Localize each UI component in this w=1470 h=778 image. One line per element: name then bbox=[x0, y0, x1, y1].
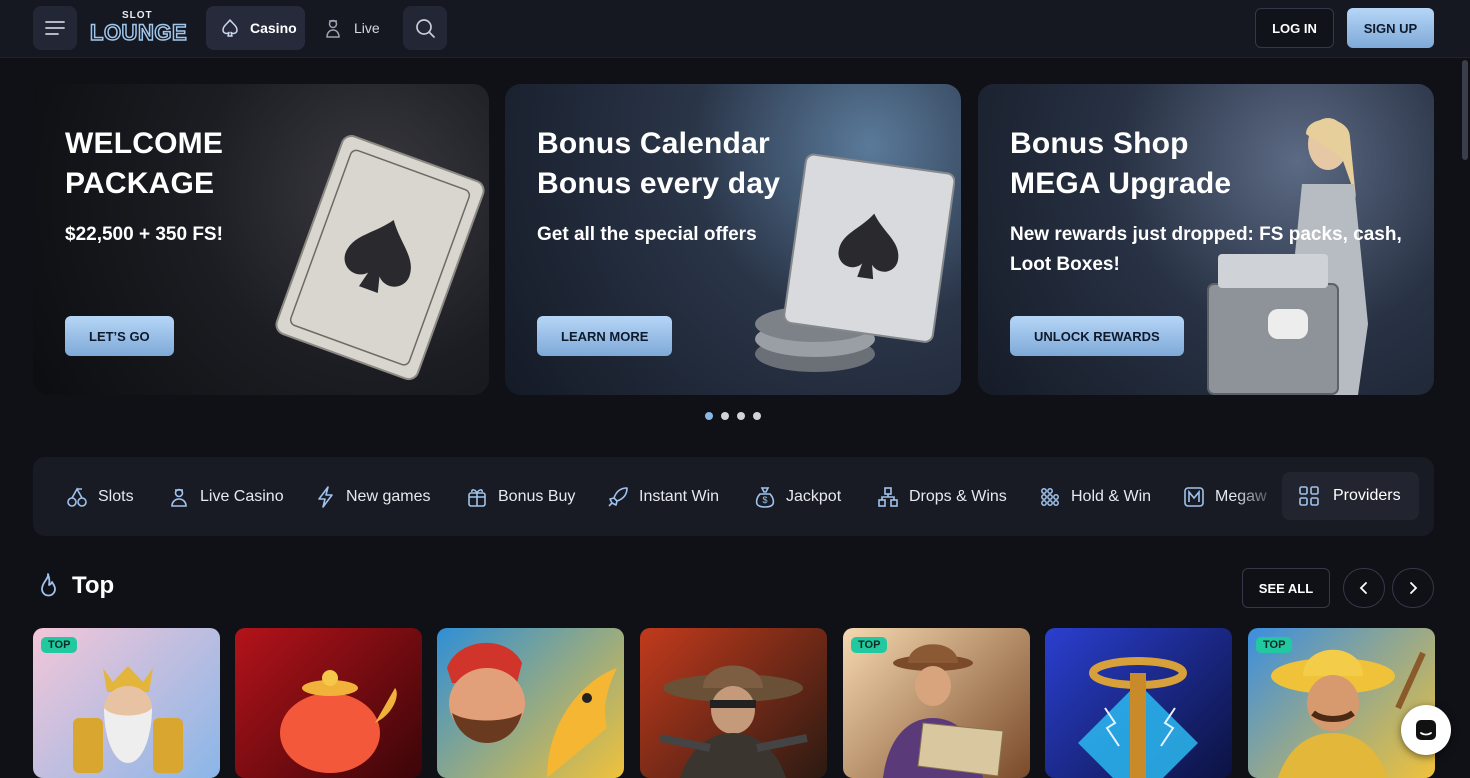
calendar-image bbox=[755, 153, 955, 372]
providers-button[interactable]: Providers bbox=[1282, 472, 1419, 520]
dealer-icon bbox=[326, 19, 340, 38]
game-thumbnail bbox=[659, 665, 808, 778]
game-tile[interactable] bbox=[437, 628, 624, 778]
logo-big-text: LOUNGE bbox=[89, 19, 188, 46]
section-header: Top bbox=[36, 572, 114, 600]
menu-button[interactable] bbox=[33, 6, 77, 50]
banner-bonus-shop[interactable]: Bonus Shop MEGA Upgrade New rewards just … bbox=[978, 84, 1434, 395]
banner-title-line1: Bonus Calendar bbox=[537, 127, 770, 160]
gift-icon bbox=[468, 488, 486, 507]
nav-live[interactable]: Live bbox=[322, 6, 380, 50]
carousel-dot[interactable] bbox=[705, 412, 713, 420]
lets-go-button[interactable]: LET’S GO bbox=[65, 316, 174, 356]
dots-grid-icon bbox=[1041, 487, 1059, 506]
category-label: Jackpot bbox=[786, 487, 842, 505]
cherries-icon bbox=[67, 486, 87, 507]
banner-title-line1: WELCOME bbox=[65, 127, 224, 160]
logo[interactable]: SLOT LOUNGE bbox=[89, 10, 188, 46]
login-button[interactable]: LOG IN bbox=[1255, 8, 1334, 48]
game-thumbnail bbox=[447, 642, 617, 778]
search-button[interactable] bbox=[403, 6, 447, 50]
carousel-dot[interactable] bbox=[753, 412, 761, 420]
category-hold-win[interactable]: Hold & Win bbox=[1039, 457, 1151, 536]
playing-card-image bbox=[275, 135, 485, 381]
game-thumbnail bbox=[883, 644, 1004, 778]
category-label: Slots bbox=[98, 487, 134, 505]
grid-icon bbox=[1299, 486, 1319, 506]
carousel-dot[interactable] bbox=[721, 412, 729, 420]
category-bonus-buy[interactable]: Bonus Buy bbox=[466, 457, 575, 536]
game-tile[interactable] bbox=[640, 628, 827, 778]
signup-button[interactable]: SIGN UP bbox=[1347, 8, 1434, 48]
hamburger-icon bbox=[45, 21, 65, 35]
category-drops-wins[interactable]: Drops & Wins bbox=[877, 457, 1007, 536]
section-title: Top bbox=[72, 572, 115, 599]
lightning-icon bbox=[318, 485, 333, 508]
banner-title-line2: PACKAGE bbox=[65, 167, 215, 200]
chevron-right-icon bbox=[1410, 582, 1418, 594]
banner-subtitle: Get all the special offers bbox=[537, 224, 757, 245]
game-thumbnail bbox=[280, 670, 397, 773]
game-tile[interactable] bbox=[1045, 628, 1232, 778]
chat-button[interactable] bbox=[1401, 705, 1451, 755]
category-label: Live Casino bbox=[200, 487, 284, 505]
unlock-rewards-button[interactable]: UNLOCK REWARDS bbox=[1010, 316, 1184, 356]
banner-title-line1: Bonus Shop bbox=[1010, 127, 1189, 160]
pyramid-icon bbox=[878, 486, 898, 507]
carousel-dots bbox=[705, 412, 761, 420]
category-label: New games bbox=[346, 487, 431, 505]
next-button[interactable] bbox=[1392, 568, 1434, 608]
banner-subtitle: $22,500 + 350 FS! bbox=[65, 224, 223, 245]
category-jackpot[interactable]: $ Jackpot bbox=[754, 457, 841, 536]
category-bar: Slots Live Casino New games Bonus Buy In… bbox=[33, 457, 1434, 536]
flame-icon bbox=[41, 573, 56, 597]
scrollbar-thumb[interactable] bbox=[1462, 60, 1468, 160]
dealer-icon bbox=[171, 488, 187, 507]
game-tile[interactable]: TOP bbox=[843, 628, 1030, 778]
see-all-button[interactable]: SEE ALL bbox=[1242, 568, 1330, 608]
svg-text:$: $ bbox=[762, 495, 767, 505]
search-icon bbox=[416, 19, 435, 38]
category-label: Bonus Buy bbox=[498, 487, 576, 505]
carousel-dot[interactable] bbox=[737, 412, 745, 420]
money-bag-icon: $ bbox=[755, 486, 775, 508]
game-thumbnail bbox=[1271, 649, 1426, 778]
category-live-casino[interactable]: Live Casino bbox=[168, 457, 284, 536]
chat-icon bbox=[1416, 720, 1436, 740]
banner-subtitle: New rewards just dropped: FS packs, cash… bbox=[1010, 224, 1402, 275]
megaways-icon bbox=[1184, 486, 1204, 507]
banner-welcome-package[interactable]: WELCOME PACKAGE $22,500 + 350 FS! LET’S G… bbox=[33, 84, 489, 395]
category-instant-win[interactable]: Instant Win bbox=[607, 457, 719, 536]
game-tile[interactable] bbox=[235, 628, 422, 778]
game-thumbnail bbox=[1078, 657, 1198, 778]
banner-title-line2: Bonus every day bbox=[537, 167, 781, 200]
game-thumbnail bbox=[73, 666, 183, 773]
scroll-fade bbox=[1233, 457, 1283, 536]
banner-bonus-calendar[interactable]: Bonus Calendar Bonus every day Get all th… bbox=[505, 84, 961, 395]
category-slots[interactable]: Slots bbox=[66, 457, 134, 536]
nav-casino[interactable]: Casino bbox=[206, 6, 305, 50]
nav-live-label: Live bbox=[354, 20, 380, 36]
banner-title-line2: MEGA Upgrade bbox=[1010, 167, 1232, 200]
category-label: Hold & Win bbox=[1071, 487, 1152, 505]
game-tile[interactable]: TOP bbox=[1248, 628, 1435, 778]
category-label: Instant Win bbox=[639, 487, 720, 505]
rocket-icon bbox=[608, 486, 628, 507]
spade-icon bbox=[222, 19, 238, 37]
chevron-left-icon bbox=[1359, 582, 1367, 594]
prev-button[interactable] bbox=[1343, 568, 1385, 608]
game-tile[interactable]: TOP bbox=[33, 628, 220, 778]
category-new-games[interactable]: New games bbox=[316, 457, 430, 536]
nav-casino-label: Casino bbox=[250, 20, 297, 36]
learn-more-button[interactable]: LEARN MORE bbox=[537, 316, 673, 356]
top-bar: SLOT LOUNGE Casino Live LOG IN SIGN UP bbox=[0, 0, 1470, 58]
providers-label: Providers bbox=[1333, 487, 1401, 504]
category-label: Drops & Wins bbox=[909, 487, 1007, 505]
